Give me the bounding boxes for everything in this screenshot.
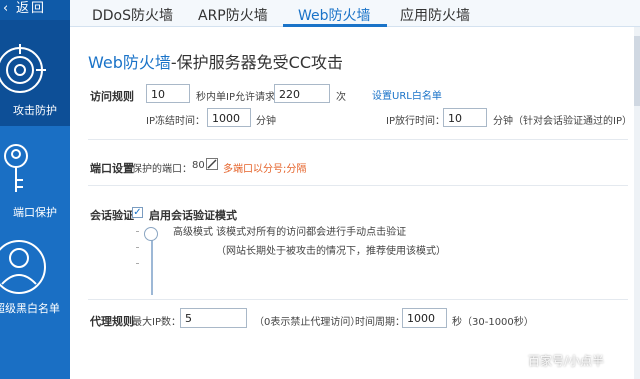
key-icon <box>4 144 28 192</box>
release-time-unit: 分钟（针对会话验证通过的IP） <box>493 116 632 127</box>
divider <box>88 299 628 300</box>
times-text: 次 <box>336 92 346 103</box>
proxy-rule-label: 代理规则 <box>90 315 134 328</box>
period-input[interactable]: 1000 <box>402 308 447 328</box>
slider-tick <box>136 231 139 232</box>
url-whitelist-link[interactable]: 设置URL白名单 <box>372 87 442 102</box>
freeze-time-input[interactable]: 1000 <box>207 108 251 127</box>
user-icon <box>0 240 46 294</box>
tab-app-firewall[interactable]: 应用防火墙 <box>400 5 470 25</box>
edit-icon[interactable] <box>206 158 218 173</box>
divider <box>88 185 628 186</box>
release-time-input[interactable]: 10 <box>443 108 487 127</box>
sidebar: ‹ 返回 攻击防护 端口保护 超级黑白名单 <box>0 0 70 379</box>
period-unit: 秒（30-1000秒） <box>452 317 534 328</box>
sidebar-item-attack-protection[interactable]: 攻击防护 <box>0 20 70 126</box>
page-title-rest: -保护服务器免受CC攻击 <box>170 53 344 72</box>
freeze-time-label: IP冻结时间： <box>146 116 205 127</box>
period-label: 时间周期： <box>355 317 405 328</box>
page-title-brand: Web防火墙 <box>88 53 171 72</box>
sidebar-item-blackwhite-list[interactable]: 超级黑白名单 <box>0 226 70 326</box>
back-button[interactable]: ‹ 返回 <box>0 0 70 20</box>
port-hint: 多端口以分号;分隔 <box>223 164 307 175</box>
sidebar-item-label: 攻击防护 <box>13 104 57 117</box>
access-rule-label: 访问规则 <box>90 90 134 103</box>
slider-tick <box>136 263 139 264</box>
slider-tick <box>136 247 139 248</box>
tab-web-firewall[interactable]: Web防火墙 <box>298 5 371 25</box>
tab-arp-firewall[interactable]: ARP防火墙 <box>198 5 268 25</box>
max-ip-label: 最大IP数： <box>132 317 181 328</box>
max-ip-input[interactable]: 5 <box>180 308 247 328</box>
session-verify-label: 会话验证 <box>90 209 134 222</box>
scrollbar-thumb[interactable] <box>634 36 640 106</box>
release-time-label: IP放行时间： <box>386 116 445 127</box>
back-label: 返回 <box>16 1 47 16</box>
freeze-time-unit: 分钟 <box>256 116 276 127</box>
session-verify-checkbox[interactable]: ✓ <box>132 207 143 218</box>
page-title: Web防火墙-保护服务器免受CC攻击 <box>88 49 343 73</box>
port-setting-label: 端口设置 <box>90 162 134 175</box>
mode-text: 高级模式 该模式对所有的访问都会进行手动点击验证 <box>173 227 407 238</box>
port-value: 80 <box>192 160 205 171</box>
requests-input[interactable]: 220 <box>274 84 330 103</box>
seconds-input[interactable]: 10 <box>146 84 190 103</box>
sidebar-item-port-protection[interactable]: 端口保护 <box>0 126 70 226</box>
tab-ddos-firewall[interactable]: DDoS防火墙 <box>92 5 173 25</box>
tab-bar: DDoS防火墙 ARP防火墙 Web防火墙 应用防火墙 <box>70 0 640 27</box>
sidebar-item-label: 超级黑白名单 <box>0 302 60 315</box>
mode-slider-track[interactable] <box>151 240 153 295</box>
sidebar-item-label: 端口保护 <box>13 206 57 219</box>
max-ip-hint: （0表示禁止代理访问） <box>254 317 361 328</box>
mode-hint: （网站长期处于被攻击的情况下，推荐使用该模式） <box>216 246 446 257</box>
protected-port-label: 保护的端口： <box>132 164 192 175</box>
main-panel: Web防火墙-保护服务器免受CC攻击 访问规则 10 秒内单IP允许请求 220… <box>70 27 634 379</box>
target-icon <box>0 44 46 93</box>
watermark: 百家号/小点半 <box>528 354 605 368</box>
divider <box>88 139 628 140</box>
seconds-text: 秒内单IP允许请求 <box>196 92 275 103</box>
session-verify-checkbox-label: 启用会话验证模式 <box>149 209 237 222</box>
back-arrow-icon: ‹ <box>3 1 9 16</box>
mode-slider-handle[interactable] <box>144 227 158 241</box>
